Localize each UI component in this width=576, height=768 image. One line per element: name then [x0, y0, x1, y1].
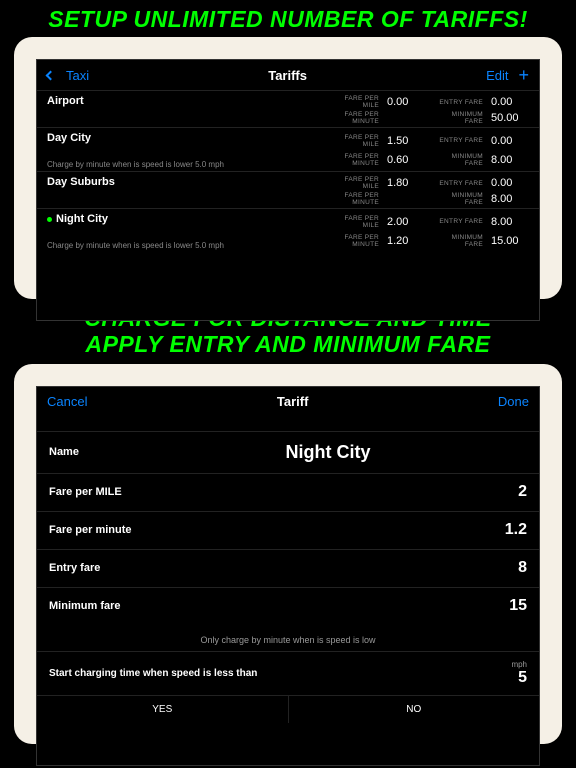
navbar: Taxi Tariffs Edit +	[37, 60, 539, 90]
speed-value: 5	[518, 669, 527, 686]
tariff-row-night-city[interactable]: Night CityCharge by minute when is speed…	[37, 208, 539, 252]
tariff-row-day-suburbs[interactable]: Day Suburbs FARE PER MILE1.80 ENTRY FARE…	[37, 171, 539, 208]
screen-tariff-edit: Cancel Tariff Done Name Night City Fare …	[36, 386, 540, 766]
page-title: Tariffs	[268, 68, 307, 83]
no-button[interactable]: NO	[289, 696, 540, 723]
fare-per-minute-row[interactable]: Fare per minute 1.2	[37, 511, 539, 549]
page-title: Tariff	[277, 394, 309, 409]
add-button[interactable]: +	[518, 65, 529, 86]
ipad-frame-2: Cancel Tariff Done Name Night City Fare …	[14, 364, 562, 744]
info-text: Only charge by minute when is speed is l…	[37, 625, 539, 651]
minimum-fare-row[interactable]: Minimum fare 15	[37, 587, 539, 625]
screen-tariffs-list: Taxi Tariffs Edit + Airport FARE PER MIL…	[36, 59, 540, 321]
active-dot-icon	[47, 217, 52, 222]
speed-threshold-row[interactable]: Start charging time when speed is less t…	[37, 651, 539, 695]
entry-fare-row[interactable]: Entry fare 8	[37, 549, 539, 587]
speed-unit: mph	[511, 660, 527, 669]
name-value[interactable]: Night City	[129, 442, 527, 463]
yes-no-row: YES NO	[37, 695, 539, 723]
fare-per-mile-row[interactable]: Fare per MILE 2	[37, 473, 539, 511]
cancel-button[interactable]: Cancel	[47, 394, 87, 409]
chevron-left-icon	[46, 70, 56, 80]
promo-headline-1: SETUP UNLIMITED NUMBER OF TARIFFS!	[0, 0, 576, 37]
tariff-row-airport[interactable]: Airport FARE PER MILE0.00 ENTRY FARE0.00…	[37, 90, 539, 127]
name-label: Name	[49, 446, 129, 458]
done-button[interactable]: Done	[498, 394, 529, 409]
name-row[interactable]: Name Night City	[37, 431, 539, 473]
edit-button[interactable]: Edit	[486, 68, 508, 83]
tariff-row-day-city[interactable]: Day CityCharge by minute when is speed i…	[37, 127, 539, 171]
navbar: Cancel Tariff Done	[37, 387, 539, 417]
back-button[interactable]: Taxi	[47, 68, 89, 83]
ipad-frame-1: Taxi Tariffs Edit + Airport FARE PER MIL…	[14, 37, 562, 299]
yes-button[interactable]: YES	[37, 696, 289, 723]
